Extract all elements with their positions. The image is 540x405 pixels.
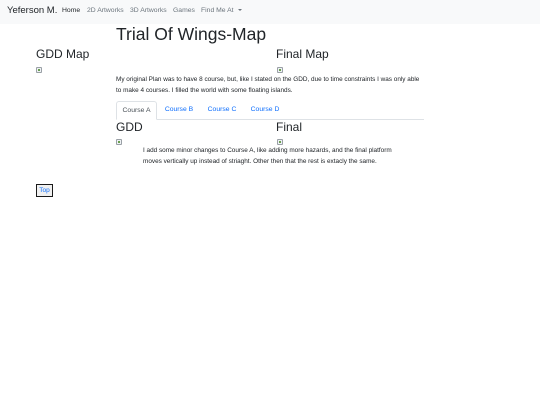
nav-find-me-at-dropdown[interactable]: Find Me At <box>201 7 242 14</box>
navbar: Yeferson M. Home 2D Artworks 3D Artworks… <box>0 0 540 24</box>
course-final-image <box>277 139 283 145</box>
course-tabs: Course A Course B Course C Course D <box>116 101 424 120</box>
chevron-down-icon <box>237 9 242 11</box>
nav-games[interactable]: Games <box>173 7 195 14</box>
nav-find-me-at-label: Find Me At <box>201 7 234 14</box>
nav-home[interactable]: Home <box>62 7 80 14</box>
tab-course-d[interactable]: Course D <box>246 101 284 119</box>
course-gdd-image <box>116 139 122 145</box>
tab-course-a[interactable]: Course A <box>116 101 157 120</box>
tab-course-b[interactable]: Course B <box>160 101 198 119</box>
gdd-map-image <box>36 67 42 73</box>
page-title: Trial Of Wings-Map <box>116 24 267 44</box>
course-description: I add some minor changes to Course A, li… <box>143 147 392 165</box>
final-heading: Final <box>276 120 303 134</box>
gdd-heading: GDD <box>116 120 143 134</box>
nav-2d-artworks[interactable]: 2D Artworks <box>87 7 124 14</box>
nav-3d-artworks[interactable]: 3D Artworks <box>130 7 167 14</box>
tab-course-c[interactable]: Course C <box>203 101 241 119</box>
intro-paragraph: My original Plan was to have 8 course, b… <box>116 76 420 94</box>
top-button[interactable]: Top <box>36 184 53 197</box>
gdd-map-heading: GDD Map <box>36 47 90 61</box>
final-map-heading: Final Map <box>276 47 329 61</box>
navbar-brand[interactable]: Yeferson M. <box>7 5 57 16</box>
final-map-image <box>277 67 283 73</box>
